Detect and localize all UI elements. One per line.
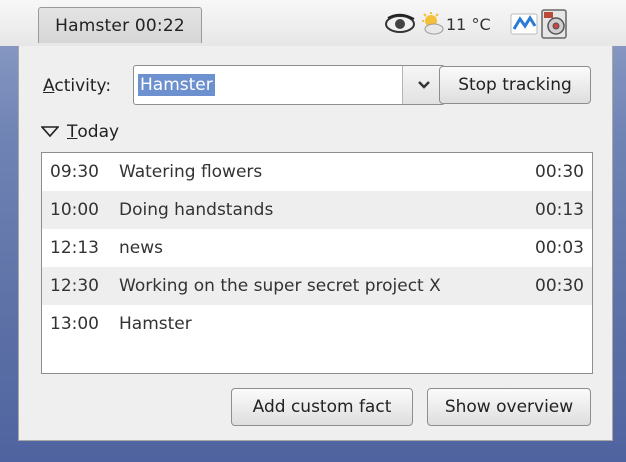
fact-name: news: [119, 238, 163, 258]
fact-row[interactable]: 10:00 Doing handstands 00:13: [42, 191, 592, 229]
show-overview-label: Show overview: [444, 397, 574, 417]
add-custom-fact-label: Add custom fact: [252, 397, 392, 417]
today-label-text: oday: [77, 122, 120, 142]
fact-row[interactable]: 12:13 news 00:03: [42, 229, 592, 267]
show-overview-button[interactable]: Show overview: [427, 388, 591, 426]
weather-sun-cloud-icon[interactable]: [420, 10, 444, 38]
temperature-readout[interactable]: 11 °C: [446, 10, 491, 38]
add-custom-fact-button[interactable]: Add custom fact: [231, 388, 413, 426]
activity-combo[interactable]: Hamster: [133, 65, 445, 105]
activity-input[interactable]: Hamster: [138, 70, 215, 100]
fact-time: 10:00: [50, 200, 99, 220]
fact-row[interactable]: 09:30 Watering flowers 00:30: [42, 153, 592, 191]
fact-time: 09:30: [50, 162, 99, 182]
activity-label: Activity:: [43, 76, 111, 96]
fact-duration: 00:30: [535, 276, 584, 296]
activity-input-selected-text: Hamster: [138, 74, 215, 96]
fact-name: Watering flowers: [119, 162, 263, 182]
today-label-mnemonic: T: [67, 122, 78, 142]
activity-label-mnemonic: A: [43, 76, 55, 96]
facts-list[interactable]: 09:30 Watering flowers 00:30 10:00 Doing…: [41, 152, 593, 374]
activity-dropdown-button[interactable]: [402, 66, 444, 104]
fact-name: Working on the super secret project X: [119, 276, 441, 296]
disk-icon[interactable]: [540, 9, 574, 39]
chevron-down-icon: [417, 81, 430, 89]
activity-label-text: ctivity:: [54, 76, 112, 96]
fact-time: 12:30: [50, 276, 99, 296]
fact-row[interactable]: 13:00 Hamster: [42, 305, 592, 343]
fact-name: Hamster: [119, 314, 192, 334]
hamster-popup-window: Activity: Hamster Stop tracking Today 09…: [18, 46, 613, 441]
top-panel: Hamster 00:22 11 °C: [0, 0, 626, 46]
today-expander[interactable]: Today: [41, 120, 119, 144]
applet-label: Hamster 00:22: [55, 15, 185, 36]
stop-tracking-label: Stop tracking: [458, 75, 572, 95]
fact-duration: 00:13: [535, 200, 584, 220]
eye-icon[interactable]: [384, 10, 418, 38]
temperature-text: 11 °C: [446, 14, 491, 34]
fact-row[interactable]: 12:30 Working on the super secret projec…: [42, 267, 592, 305]
fact-duration: 00:30: [535, 162, 584, 182]
stop-tracking-button[interactable]: Stop tracking: [439, 66, 591, 104]
fact-time: 13:00: [50, 314, 99, 334]
fact-duration: 00:03: [535, 238, 584, 258]
network-icon[interactable]: [510, 10, 538, 38]
hamster-applet-button[interactable]: Hamster 00:22: [38, 7, 202, 43]
fact-name: Doing handstands: [119, 200, 274, 220]
expander-triangle-icon: [41, 126, 59, 138]
fact-time: 12:13: [50, 238, 99, 258]
